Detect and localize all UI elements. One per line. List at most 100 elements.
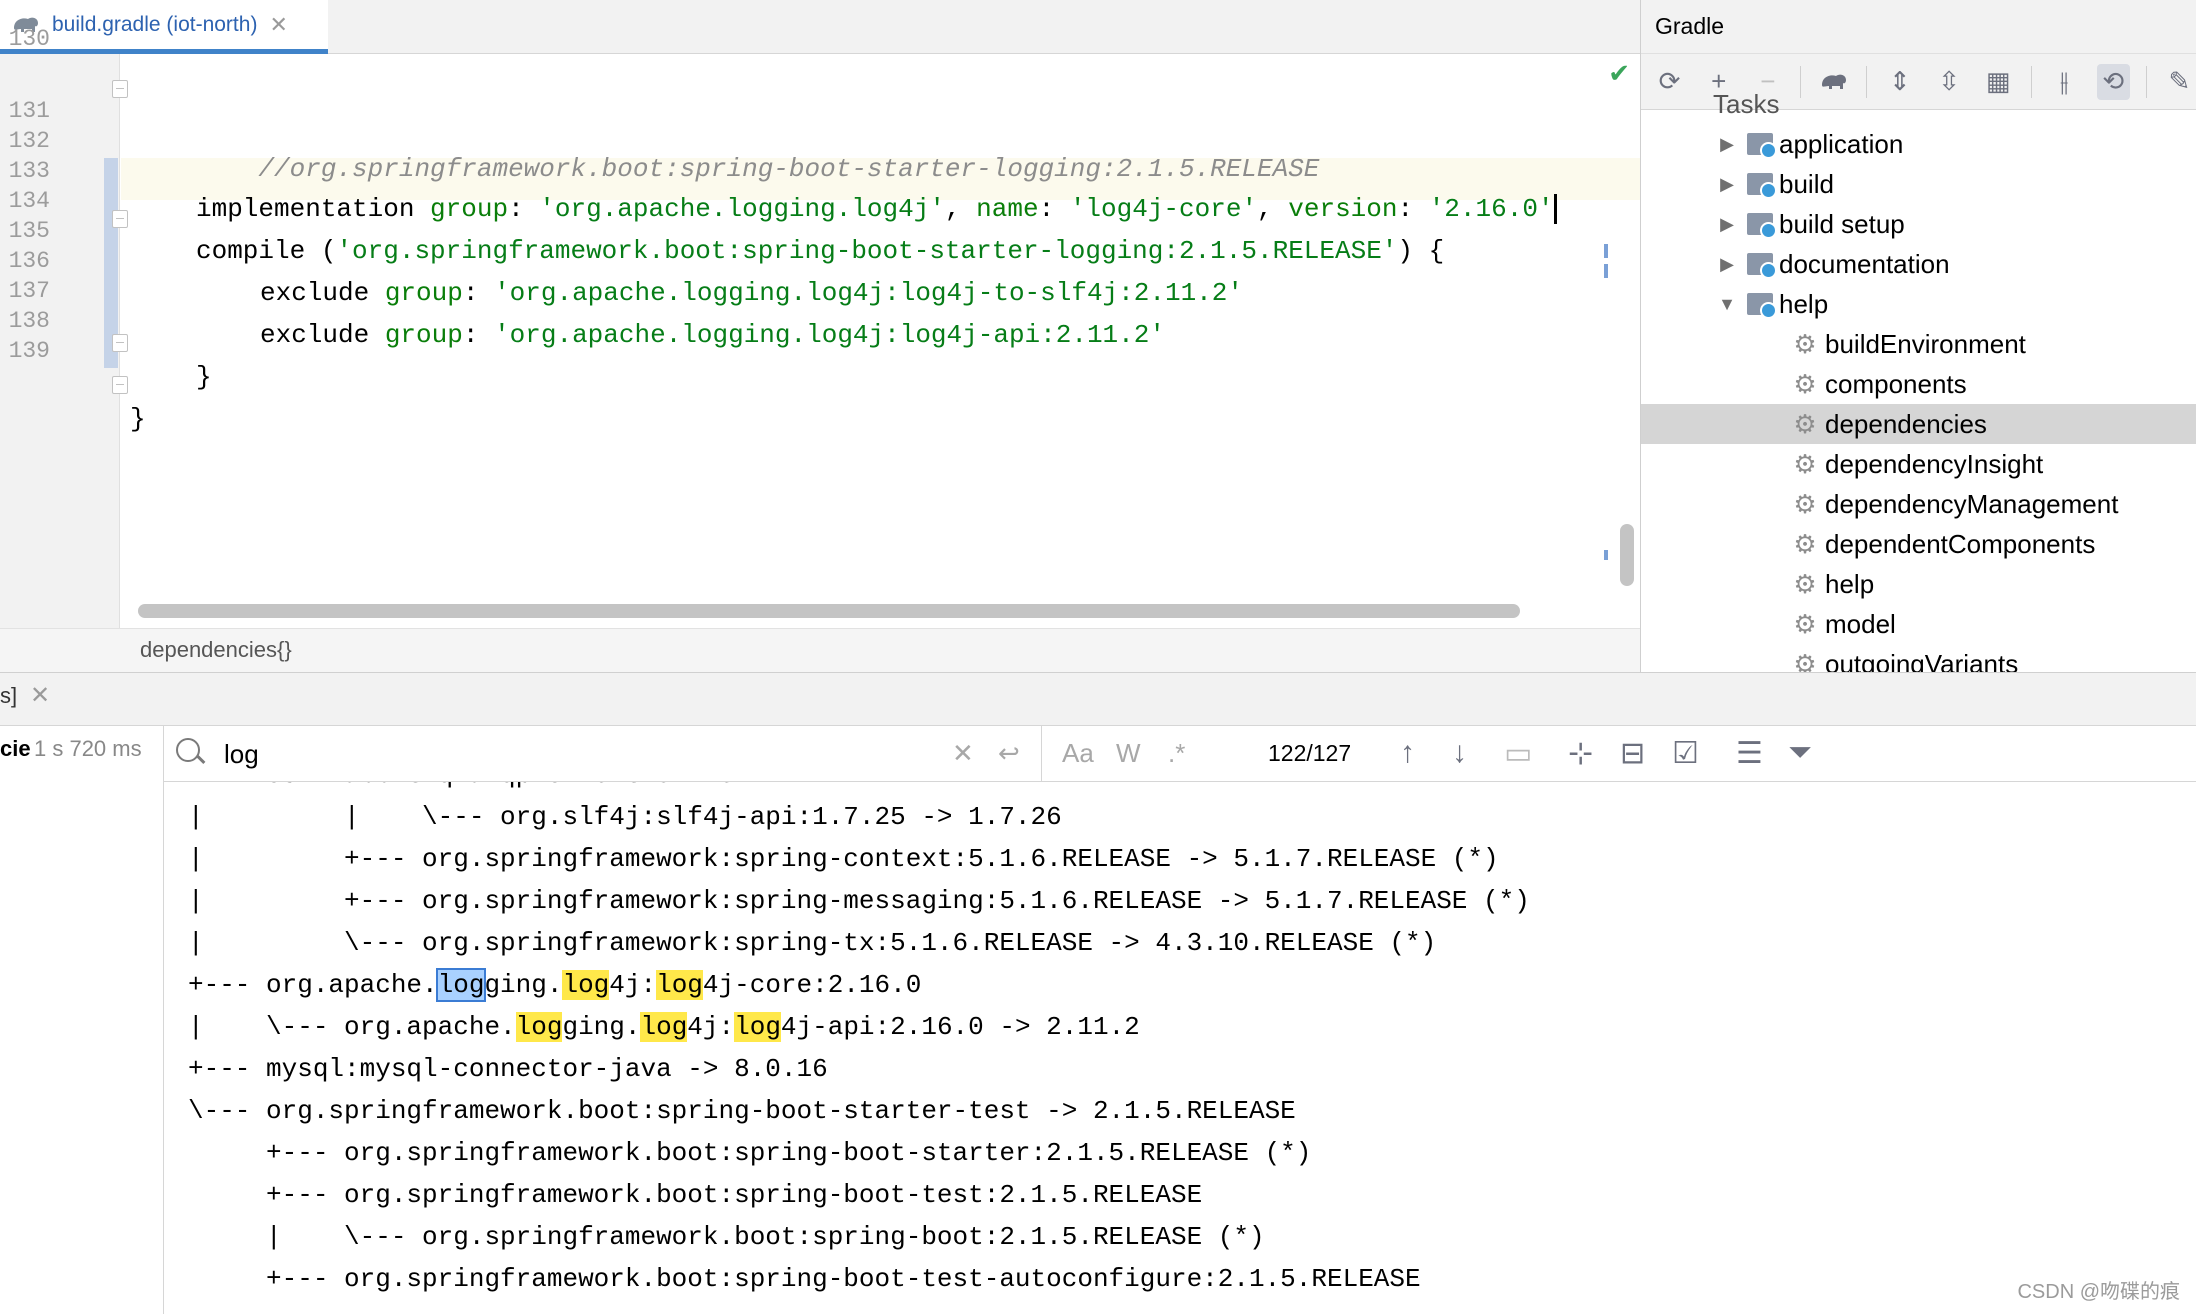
console-line: | +--- org.springframework:spring-messag… <box>188 886 1530 916</box>
line-number: 139 <box>8 338 50 364</box>
tree-item-dependentComponents[interactable]: ⚙ dependentComponents <box>1641 524 2196 564</box>
search-match: log <box>734 1012 781 1042</box>
line-number: 137 <box>8 278 50 304</box>
tree-item-help-folder[interactable]: ▼ help <box>1641 284 2196 324</box>
chevron-right-icon[interactable]: ▶ <box>1717 214 1737 235</box>
console-output[interactable]: +--- com.rabbitmq:amqp-client:5.4.3 | | … <box>164 782 2196 1314</box>
line-number: 130 <box>8 26 50 52</box>
tree-item-help-task[interactable]: ⚙ help <box>1641 564 2196 604</box>
chevron-right-icon[interactable]: ▶ <box>1717 134 1737 155</box>
breadcrumb[interactable]: dependencies{} <box>140 637 292 663</box>
console-line: | \--- org.springframework.boot:spring-b… <box>188 1222 1265 1252</box>
gear-icon: ⚙ <box>1793 528 1817 559</box>
tree-cutoff-row: Tasks <box>1713 92 1780 116</box>
search-match: log <box>562 970 610 1000</box>
code-line-135: exclude group: 'org.apache.logging.log4j… <box>260 278 1243 308</box>
search-match: log <box>515 1012 563 1042</box>
gear-icon: ⚙ <box>1793 568 1817 599</box>
gear-icon: ⚙ <box>1793 368 1817 399</box>
fold-marker[interactable] <box>112 376 128 394</box>
fold-marker[interactable] <box>112 210 128 228</box>
tree-item-application[interactable]: ▶ application <box>1641 124 2196 164</box>
breadcrumb-bar: dependencies{} <box>0 628 1640 672</box>
line-number: 131 <box>8 98 50 124</box>
tree-item-model[interactable]: ⚙ model <box>1641 604 2196 644</box>
tree-item-build[interactable]: ▶ build <box>1641 164 2196 204</box>
tree-item-build-setup[interactable]: ▶ build setup <box>1641 204 2196 244</box>
chevron-right-icon[interactable]: ▶ <box>1717 174 1737 195</box>
console-line-log4j-api: | \--- org.apache.logging.log4j:log4j-ap… <box>188 1012 1140 1042</box>
code-line-138: } <box>130 404 146 434</box>
match-case-button[interactable]: Aa <box>1062 738 1094 769</box>
select-all-icon[interactable]: ☑ <box>1672 736 1699 771</box>
run-tab[interactable]: s] <box>0 683 17 709</box>
run-tab-close-icon[interactable]: ✕ <box>30 681 50 710</box>
console-line: +--- org.springframework.boot:spring-boo… <box>188 1138 1312 1168</box>
editor-gutter: 130 131 132 133 134 135 136 137 138 139 <box>0 26 128 628</box>
tree-item-outgoingVariants[interactable]: ⚙ outgoingVariants <box>1641 644 2196 673</box>
folder-icon <box>1747 173 1777 199</box>
arrow-down-icon[interactable]: ↓ <box>1452 736 1467 770</box>
remove-cursor-icon[interactable]: ⊟ <box>1620 736 1645 771</box>
gear-icon: ⚙ <box>1793 448 1817 479</box>
console-line: +--- mysql:mysql-connector-java -> 8.0.1… <box>188 1054 828 1084</box>
search-icon[interactable] <box>176 738 200 762</box>
chevron-down-icon[interactable]: ▼ <box>1717 294 1737 315</box>
tab-label: build.gradle (iot-north) <box>52 12 258 36</box>
search-input[interactable] <box>224 736 744 772</box>
tree-item-dependencies[interactable]: ⚙ dependencies <box>1641 404 2196 444</box>
folder-icon <box>1747 213 1777 239</box>
folder-icon <box>1747 133 1777 159</box>
console-line: \--- org.springframework.boot:spring-boo… <box>188 1096 1296 1126</box>
text-caret <box>1553 194 1557 225</box>
search-field: ✕ ↩ <box>164 726 1042 782</box>
inspection-ok-icon[interactable]: ✔ <box>1608 58 1630 89</box>
tree-item-documentation[interactable]: ▶ documentation <box>1641 244 2196 284</box>
vertical-scrollbar[interactable] <box>1620 524 1634 586</box>
code-line-131: //org.springframework.boot:spring-boot-s… <box>258 154 1320 184</box>
horizontal-scrollbar[interactable] <box>138 604 1520 618</box>
console-line: | | \--- org.slf4j:slf4j-api:1.7.25 -> 1… <box>188 802 1062 832</box>
clear-search-icon[interactable]: ✕ <box>952 738 974 769</box>
filter-icon[interactable]: ⏷ <box>1788 736 1812 770</box>
tree-item-dependencyManagement[interactable]: ⚙ dependencyManagement <box>1641 484 2196 524</box>
folder-icon <box>1747 293 1777 319</box>
folder-icon <box>1747 253 1777 279</box>
console-line-log4j-core: +--- org.apache.logging.log4j:log4j-core… <box>188 968 922 1002</box>
scroll-marker <box>1604 264 1608 278</box>
run-tree-panel: cie 1 s 720 ms <box>0 726 164 1314</box>
run-tab-bar: s] ✕ <box>0 672 2196 726</box>
fold-marker[interactable] <box>112 80 128 98</box>
chevron-right-icon[interactable]: ▶ <box>1717 254 1737 275</box>
gradle-tool-window: Gradle ⟳ + − ⇕ ⇳ ▦ ⫲ ⟲ ✎ Tasks ▶ applica… <box>1640 0 2196 672</box>
search-match: log <box>656 970 703 1000</box>
code-line-134: compile ('org.springframework.boot:sprin… <box>196 236 1445 266</box>
regex-button[interactable]: .* <box>1168 738 1185 769</box>
tree-item-components[interactable]: ⚙ components <box>1641 364 2196 404</box>
search-match: log <box>640 1012 688 1042</box>
scroll-marker <box>1604 244 1608 258</box>
soft-wrap-icon[interactable]: ☰ <box>1736 736 1763 771</box>
gear-icon: ⚙ <box>1793 608 1817 639</box>
code-editor[interactable]: 130 131 132 133 134 135 136 137 138 139 … <box>0 26 1640 628</box>
editor-tab-bar: build.gradle (iot-north) ✕ <box>0 0 1640 54</box>
code-line-133: implementation group: 'org.apache.loggin… <box>196 188 1557 230</box>
tree-item-dependencyInsight[interactable]: ⚙ dependencyInsight <box>1641 444 2196 484</box>
tree-item-buildEnvironment[interactable]: ⚙ buildEnvironment <box>1641 324 2196 364</box>
gear-icon: ⚙ <box>1793 408 1817 439</box>
gear-icon: ⚙ <box>1793 488 1817 519</box>
watermark: CSDN @吻碟的痕 <box>2017 1281 2180 1303</box>
select-all-occurrences-icon[interactable]: ▭ <box>1504 736 1532 771</box>
code-line-137: } <box>196 362 212 392</box>
tab-close-icon[interactable]: ✕ <box>269 12 287 38</box>
add-cursor-icon[interactable]: ⊹ <box>1568 736 1593 771</box>
new-line-icon[interactable]: ↩ <box>998 738 1020 769</box>
line-number: 133 <box>8 158 50 184</box>
line-number: 134 <box>8 188 50 214</box>
whole-words-button[interactable]: W <box>1116 738 1141 769</box>
run-node-time: 1 s 720 ms <box>34 736 142 761</box>
run-node-label[interactable]: cie <box>0 736 31 762</box>
console-line: +--- org.springframework.boot:spring-boo… <box>188 1180 1203 1210</box>
fold-marker[interactable] <box>112 334 128 352</box>
arrow-up-icon[interactable]: ↑ <box>1400 736 1415 770</box>
